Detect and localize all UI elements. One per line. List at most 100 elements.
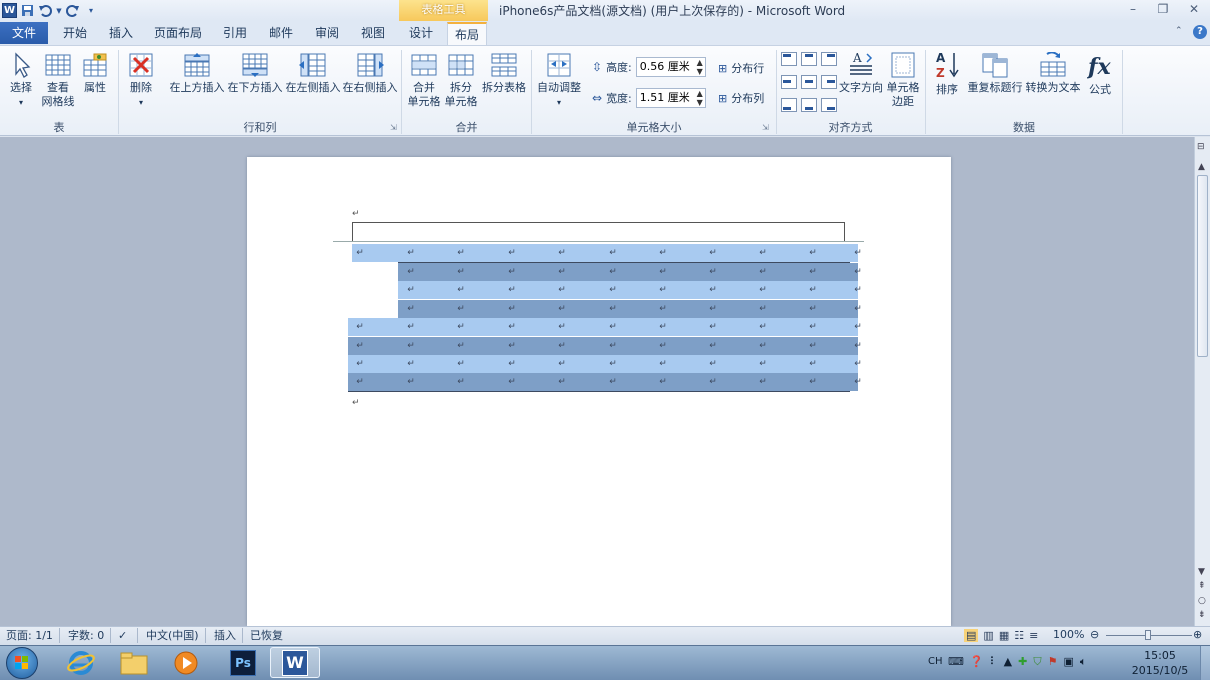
ruler-toggle-icon[interactable]: ⊟ bbox=[1197, 142, 1205, 152]
distribute-rows-button[interactable]: ⊞ 分布行 bbox=[718, 60, 764, 76]
insert-mode[interactable]: 插入 bbox=[208, 628, 243, 643]
align-middle-left-icon[interactable] bbox=[781, 75, 797, 92]
dialog-launcher-icon[interactable]: ⇲ bbox=[762, 123, 769, 132]
align-middle-center-icon[interactable] bbox=[801, 75, 817, 92]
table-row[interactable] bbox=[348, 318, 858, 336]
previous-page-icon[interactable]: ⇞ bbox=[1198, 581, 1206, 591]
close-button[interactable]: ✕ bbox=[1179, 0, 1209, 20]
formula-button[interactable]: fx 公式 bbox=[1084, 50, 1116, 97]
width-input[interactable]: 1.51 厘米 ▲ ▼ bbox=[635, 88, 706, 108]
keyboard-icon[interactable]: ⌨ bbox=[948, 655, 964, 669]
help-tray-icon[interactable]: ❓ bbox=[970, 655, 984, 669]
restore-button[interactable]: ❐ bbox=[1148, 0, 1178, 20]
network-icon[interactable]: ▣ bbox=[1063, 655, 1073, 669]
tab-file[interactable]: 文件 bbox=[0, 22, 48, 44]
tab-mailings[interactable]: 邮件 bbox=[260, 22, 302, 45]
web-layout-icon[interactable]: ▦ bbox=[999, 629, 1009, 642]
table-row[interactable] bbox=[398, 300, 858, 318]
height-input[interactable]: 0.56 厘米 ▲ ▼ bbox=[635, 57, 706, 77]
select-button[interactable]: 选择 ▾ bbox=[6, 52, 36, 110]
align-bottom-right-icon[interactable] bbox=[821, 98, 837, 115]
insert-left-button[interactable]: 在左侧插入 bbox=[284, 52, 342, 95]
delete-button[interactable]: 删除 ▾ bbox=[124, 52, 158, 110]
word-count[interactable]: 字数: 0 bbox=[62, 628, 112, 643]
word-taskbar-icon[interactable]: W bbox=[270, 647, 320, 678]
convert-to-text-button[interactable]: 转换为文本 bbox=[1024, 52, 1082, 95]
proofing-icon[interactable]: ✓ bbox=[112, 628, 138, 643]
help-icon[interactable]: ? bbox=[1193, 25, 1207, 39]
tab-view[interactable]: 视图 bbox=[352, 22, 394, 45]
ime-icon[interactable]: ⠇ bbox=[990, 655, 998, 669]
repeat-header-button[interactable]: 重复标题行 bbox=[966, 52, 1024, 95]
draft-icon[interactable]: ≡ bbox=[1029, 629, 1038, 642]
zoom-in-icon[interactable]: ⊕ bbox=[1193, 628, 1202, 641]
undo-dropdown-icon[interactable]: ▼ bbox=[55, 3, 63, 19]
flag-icon[interactable]: ⚑ bbox=[1048, 655, 1058, 669]
table-row[interactable] bbox=[348, 373, 858, 391]
scroll-down-icon[interactable]: ▼ bbox=[1198, 567, 1205, 577]
split-cells-button[interactable]: 拆分 单元格 bbox=[443, 52, 479, 109]
start-button[interactable] bbox=[6, 647, 38, 679]
table-row[interactable] bbox=[352, 244, 858, 262]
scroll-up-icon[interactable]: ▲ bbox=[1198, 162, 1205, 172]
spin-arrows-icon[interactable]: ▲ ▼ bbox=[697, 89, 703, 107]
print-layout-icon[interactable]: ▤ bbox=[964, 629, 979, 642]
align-top-left-icon[interactable] bbox=[781, 52, 797, 69]
header-table-row[interactable] bbox=[352, 222, 845, 242]
language-indicator[interactable]: 中文(中国) bbox=[140, 628, 206, 643]
align-top-right-icon[interactable] bbox=[821, 52, 837, 69]
tab-layout[interactable]: 布局 bbox=[447, 22, 487, 45]
undo-icon[interactable] bbox=[37, 3, 53, 19]
file-explorer-icon[interactable] bbox=[109, 647, 159, 678]
word-app-icon[interactable]: W bbox=[2, 3, 17, 18]
customize-qat-icon[interactable]: ▾ bbox=[83, 3, 99, 19]
dialog-launcher-icon[interactable]: ⇲ bbox=[390, 123, 397, 132]
security-icon[interactable]: ✚ bbox=[1018, 655, 1027, 669]
spin-arrows-icon[interactable]: ▲ ▼ bbox=[697, 58, 703, 76]
input-language-indicator[interactable]: CH bbox=[928, 656, 943, 667]
view-gridlines-button[interactable]: 查看 网格线 bbox=[40, 52, 76, 109]
tab-page-layout[interactable]: 页面布局 bbox=[148, 22, 208, 45]
split-table-button[interactable]: 拆分表格 bbox=[481, 52, 527, 95]
full-screen-reading-icon[interactable]: ▥ bbox=[983, 629, 993, 642]
align-bottom-center-icon[interactable] bbox=[801, 98, 817, 115]
autofit-button[interactable]: 自动调整 ▾ bbox=[536, 52, 582, 110]
next-page-icon[interactable]: ⇟ bbox=[1198, 610, 1206, 620]
table-row[interactable] bbox=[348, 355, 858, 373]
table-row[interactable] bbox=[348, 337, 858, 355]
select-browse-object-icon[interactable]: ○ bbox=[1198, 596, 1206, 606]
outline-icon[interactable]: ☷ bbox=[1014, 629, 1024, 642]
tab-review[interactable]: 审阅 bbox=[306, 22, 348, 45]
insert-right-button[interactable]: 在右侧插入 bbox=[341, 52, 399, 95]
scrollbar-thumb[interactable] bbox=[1197, 175, 1208, 357]
show-desktop-button[interactable] bbox=[1200, 646, 1210, 680]
tab-home[interactable]: 开始 bbox=[54, 22, 96, 45]
show-hidden-icons[interactable]: ▲ bbox=[1004, 655, 1012, 669]
table-row[interactable] bbox=[398, 281, 858, 299]
align-bottom-left-icon[interactable] bbox=[781, 98, 797, 115]
text-direction-button[interactable]: A 文字方向 bbox=[838, 50, 884, 95]
cell-margins-button[interactable]: 单元格 边距 bbox=[884, 52, 922, 109]
insert-above-button[interactable]: 在上方插入 bbox=[168, 52, 226, 95]
page-count[interactable]: 页面: 1/1 bbox=[0, 628, 60, 643]
zoom-out-icon[interactable]: ⊖ bbox=[1090, 628, 1099, 641]
insert-below-button[interactable]: 在下方插入 bbox=[226, 52, 284, 95]
tab-insert[interactable]: 插入 bbox=[100, 22, 142, 45]
redo-icon[interactable] bbox=[65, 3, 81, 19]
sort-button[interactable]: AZ 排序 bbox=[932, 50, 962, 97]
shield-icon[interactable]: ⛉ bbox=[1033, 655, 1041, 669]
align-middle-right-icon[interactable] bbox=[821, 75, 837, 92]
properties-button[interactable]: 属性 bbox=[80, 52, 110, 95]
clock[interactable]: 15:05 2015/10/5 bbox=[1130, 648, 1190, 678]
media-player-icon[interactable] bbox=[161, 647, 211, 678]
tab-design[interactable]: 设计 bbox=[401, 22, 441, 45]
minimize-button[interactable]: – bbox=[1118, 0, 1148, 20]
minimize-ribbon-icon[interactable]: ⌃ bbox=[1175, 26, 1183, 36]
zoom-level[interactable]: 100% bbox=[1053, 628, 1084, 641]
table-row[interactable] bbox=[398, 263, 858, 281]
photoshop-icon[interactable]: Ps bbox=[218, 647, 268, 678]
save-icon[interactable] bbox=[19, 3, 35, 19]
tab-references[interactable]: 引用 bbox=[214, 22, 256, 45]
align-top-center-icon[interactable] bbox=[801, 52, 817, 69]
volume-icon[interactable]: 🔈︎ bbox=[1080, 655, 1087, 669]
